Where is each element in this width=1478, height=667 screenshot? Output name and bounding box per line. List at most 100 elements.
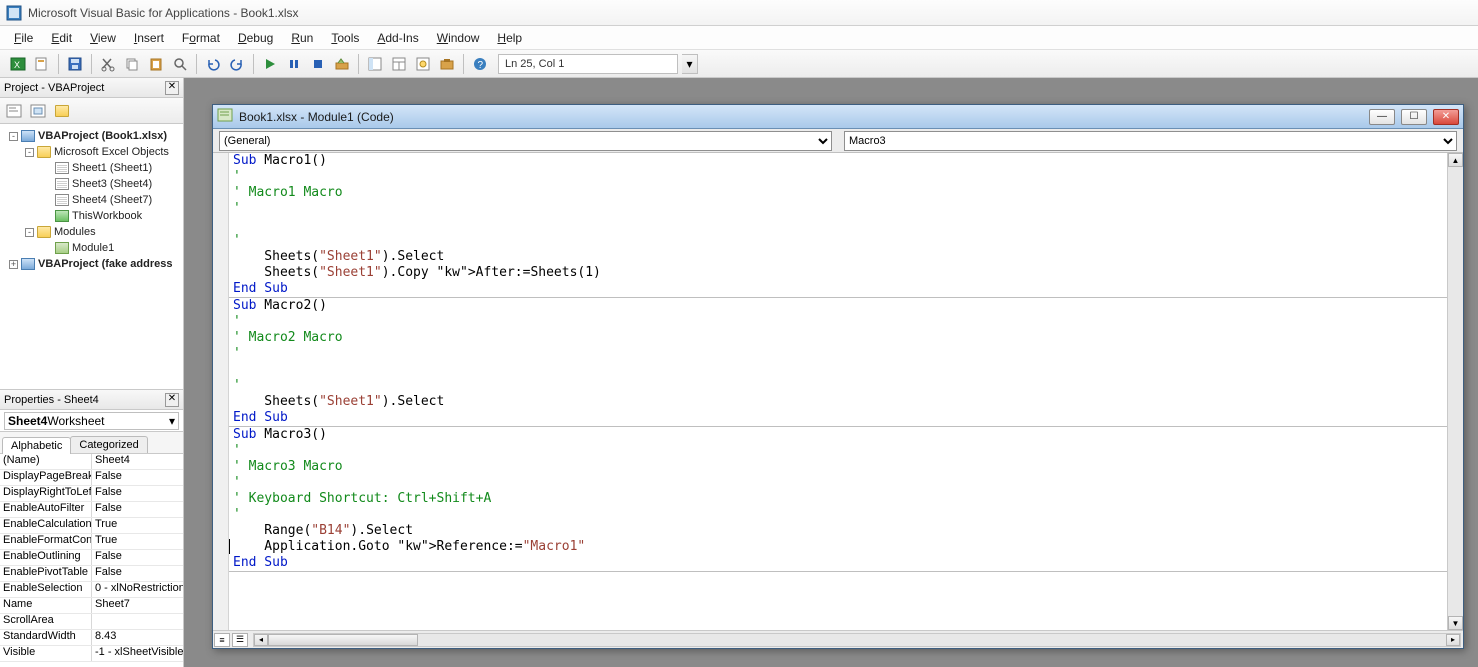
- hscroll-thumb[interactable]: [268, 634, 418, 646]
- project-panel-close-icon[interactable]: ✕: [165, 81, 179, 95]
- help-icon[interactable]: ?: [470, 54, 490, 74]
- expand-toggle-icon[interactable]: -: [9, 132, 18, 141]
- menu-format[interactable]: Format: [182, 31, 220, 45]
- property-row[interactable]: DisplayRightToLeftFalse: [0, 486, 183, 502]
- tab-categorized[interactable]: Categorized: [70, 436, 147, 453]
- margin-indicator-bar[interactable]: [213, 153, 229, 630]
- expand-toggle-icon[interactable]: +: [9, 260, 18, 269]
- vertical-scrollbar[interactable]: ▲ ▼: [1447, 153, 1463, 630]
- menu-view[interactable]: View: [90, 31, 116, 45]
- menu-run[interactable]: Run: [291, 31, 313, 45]
- minimize-button[interactable]: —: [1369, 109, 1395, 125]
- property-value[interactable]: False: [92, 502, 183, 517]
- tree-item[interactable]: +VBAProject (fake address: [2, 256, 181, 272]
- property-row[interactable]: StandardWidth8.43: [0, 630, 183, 646]
- object-browser-icon[interactable]: [413, 54, 433, 74]
- undo-icon[interactable]: [203, 54, 223, 74]
- properties-object-combo[interactable]: Sheet4 Worksheet ▾: [0, 410, 183, 432]
- property-name: EnableFormatCon: [0, 534, 92, 549]
- scroll-down-icon[interactable]: ▼: [1448, 616, 1463, 630]
- menu-tools[interactable]: Tools: [331, 31, 359, 45]
- code-window-titlebar[interactable]: Book1.xlsx - Module1 (Code) — ☐ ✕: [213, 105, 1463, 129]
- find-icon[interactable]: [170, 54, 190, 74]
- property-value[interactable]: Sheet7: [92, 598, 183, 613]
- procedure-dropdown[interactable]: Macro3: [844, 131, 1457, 151]
- property-row[interactable]: EnablePivotTableFalse: [0, 566, 183, 582]
- break-icon[interactable]: [284, 54, 304, 74]
- property-value[interactable]: 0 - xlNoRestrictions: [92, 582, 183, 597]
- cursor-dropdown-icon[interactable]: ▾: [682, 54, 698, 74]
- property-value[interactable]: False: [92, 566, 183, 581]
- tree-item[interactable]: -Microsoft Excel Objects: [2, 144, 181, 160]
- tree-item[interactable]: -VBAProject (Book1.xlsx): [2, 128, 181, 144]
- view-code-icon[interactable]: [4, 101, 24, 121]
- property-row[interactable]: EnableAutoFilterFalse: [0, 502, 183, 518]
- property-row[interactable]: ScrollArea: [0, 614, 183, 630]
- tree-item[interactable]: -Modules: [2, 224, 181, 240]
- close-button[interactable]: ✕: [1433, 109, 1459, 125]
- expand-toggle-icon[interactable]: -: [25, 228, 34, 237]
- menu-insert[interactable]: Insert: [134, 31, 164, 45]
- properties-grid[interactable]: (Name)Sheet4DisplayPageBreaksFalseDispla…: [0, 454, 183, 667]
- property-value[interactable]: 8.43: [92, 630, 183, 645]
- property-row[interactable]: EnableOutliningFalse: [0, 550, 183, 566]
- code-editor[interactable]: Sub Macro1()'' Macro1 Macro' ' Sheets("S…: [229, 153, 1447, 630]
- properties-window-icon[interactable]: [389, 54, 409, 74]
- menu-window[interactable]: Window: [437, 31, 480, 45]
- property-value[interactable]: False: [92, 550, 183, 565]
- property-row[interactable]: DisplayPageBreaksFalse: [0, 470, 183, 486]
- tree-item[interactable]: Module1: [2, 240, 181, 256]
- project-explorer-icon[interactable]: [365, 54, 385, 74]
- toolbox-icon[interactable]: [437, 54, 457, 74]
- paste-icon[interactable]: [146, 54, 166, 74]
- insert-module-icon[interactable]: [32, 54, 52, 74]
- property-value[interactable]: True: [92, 534, 183, 549]
- tree-item-label: ThisWorkbook: [72, 210, 142, 222]
- scroll-right-icon[interactable]: ▸: [1446, 634, 1460, 646]
- scroll-left-icon[interactable]: ◂: [254, 634, 268, 646]
- menu-file[interactable]: File: [14, 31, 33, 45]
- view-excel-icon[interactable]: X: [8, 54, 28, 74]
- reset-icon[interactable]: [308, 54, 328, 74]
- menu-edit[interactable]: Edit: [51, 31, 72, 45]
- property-value[interactable]: Sheet4: [92, 454, 183, 469]
- property-row[interactable]: EnableCalculationTrue: [0, 518, 183, 534]
- maximize-button[interactable]: ☐: [1401, 109, 1427, 125]
- full-module-view-icon[interactable]: ☰: [232, 633, 248, 647]
- expand-toggle-icon[interactable]: -: [25, 148, 34, 157]
- property-row[interactable]: (Name)Sheet4: [0, 454, 183, 470]
- property-value[interactable]: [92, 614, 183, 629]
- menu-debug[interactable]: Debug: [238, 31, 273, 45]
- design-mode-icon[interactable]: [332, 54, 352, 74]
- run-icon[interactable]: [260, 54, 280, 74]
- tree-item[interactable]: ThisWorkbook: [2, 208, 181, 224]
- procedure-view-icon[interactable]: ≡: [214, 633, 230, 647]
- menu-help[interactable]: Help: [497, 31, 522, 45]
- property-value[interactable]: True: [92, 518, 183, 533]
- property-row[interactable]: EnableFormatConTrue: [0, 534, 183, 550]
- view-object-icon[interactable]: [28, 101, 48, 121]
- copy-icon[interactable]: [122, 54, 142, 74]
- horizontal-scrollbar[interactable]: ◂ ▸: [253, 633, 1461, 647]
- property-value[interactable]: False: [92, 470, 183, 485]
- menu-addins[interactable]: Add-Ins: [377, 31, 418, 45]
- project-tree[interactable]: -VBAProject (Book1.xlsx)-Microsoft Excel…: [0, 124, 183, 390]
- tree-item[interactable]: Sheet1 (Sheet1): [2, 160, 181, 176]
- cut-icon[interactable]: [98, 54, 118, 74]
- tab-alphabetic[interactable]: Alphabetic: [2, 437, 71, 454]
- properties-panel-close-icon[interactable]: ✕: [165, 393, 179, 407]
- property-row[interactable]: EnableSelection0 - xlNoRestrictions: [0, 582, 183, 598]
- sheet-icon: [55, 194, 69, 206]
- tree-item[interactable]: Sheet4 (Sheet7): [2, 192, 181, 208]
- folder-icon: [37, 226, 51, 238]
- object-dropdown[interactable]: (General): [219, 131, 832, 151]
- property-row[interactable]: NameSheet7: [0, 598, 183, 614]
- save-icon[interactable]: [65, 54, 85, 74]
- property-value[interactable]: False: [92, 486, 183, 501]
- tree-item[interactable]: Sheet3 (Sheet4): [2, 176, 181, 192]
- redo-icon[interactable]: [227, 54, 247, 74]
- property-value[interactable]: -1 - xlSheetVisible: [92, 646, 183, 661]
- scroll-up-icon[interactable]: ▲: [1448, 153, 1463, 167]
- toggle-folders-icon[interactable]: [52, 101, 72, 121]
- property-row[interactable]: Visible-1 - xlSheetVisible: [0, 646, 183, 662]
